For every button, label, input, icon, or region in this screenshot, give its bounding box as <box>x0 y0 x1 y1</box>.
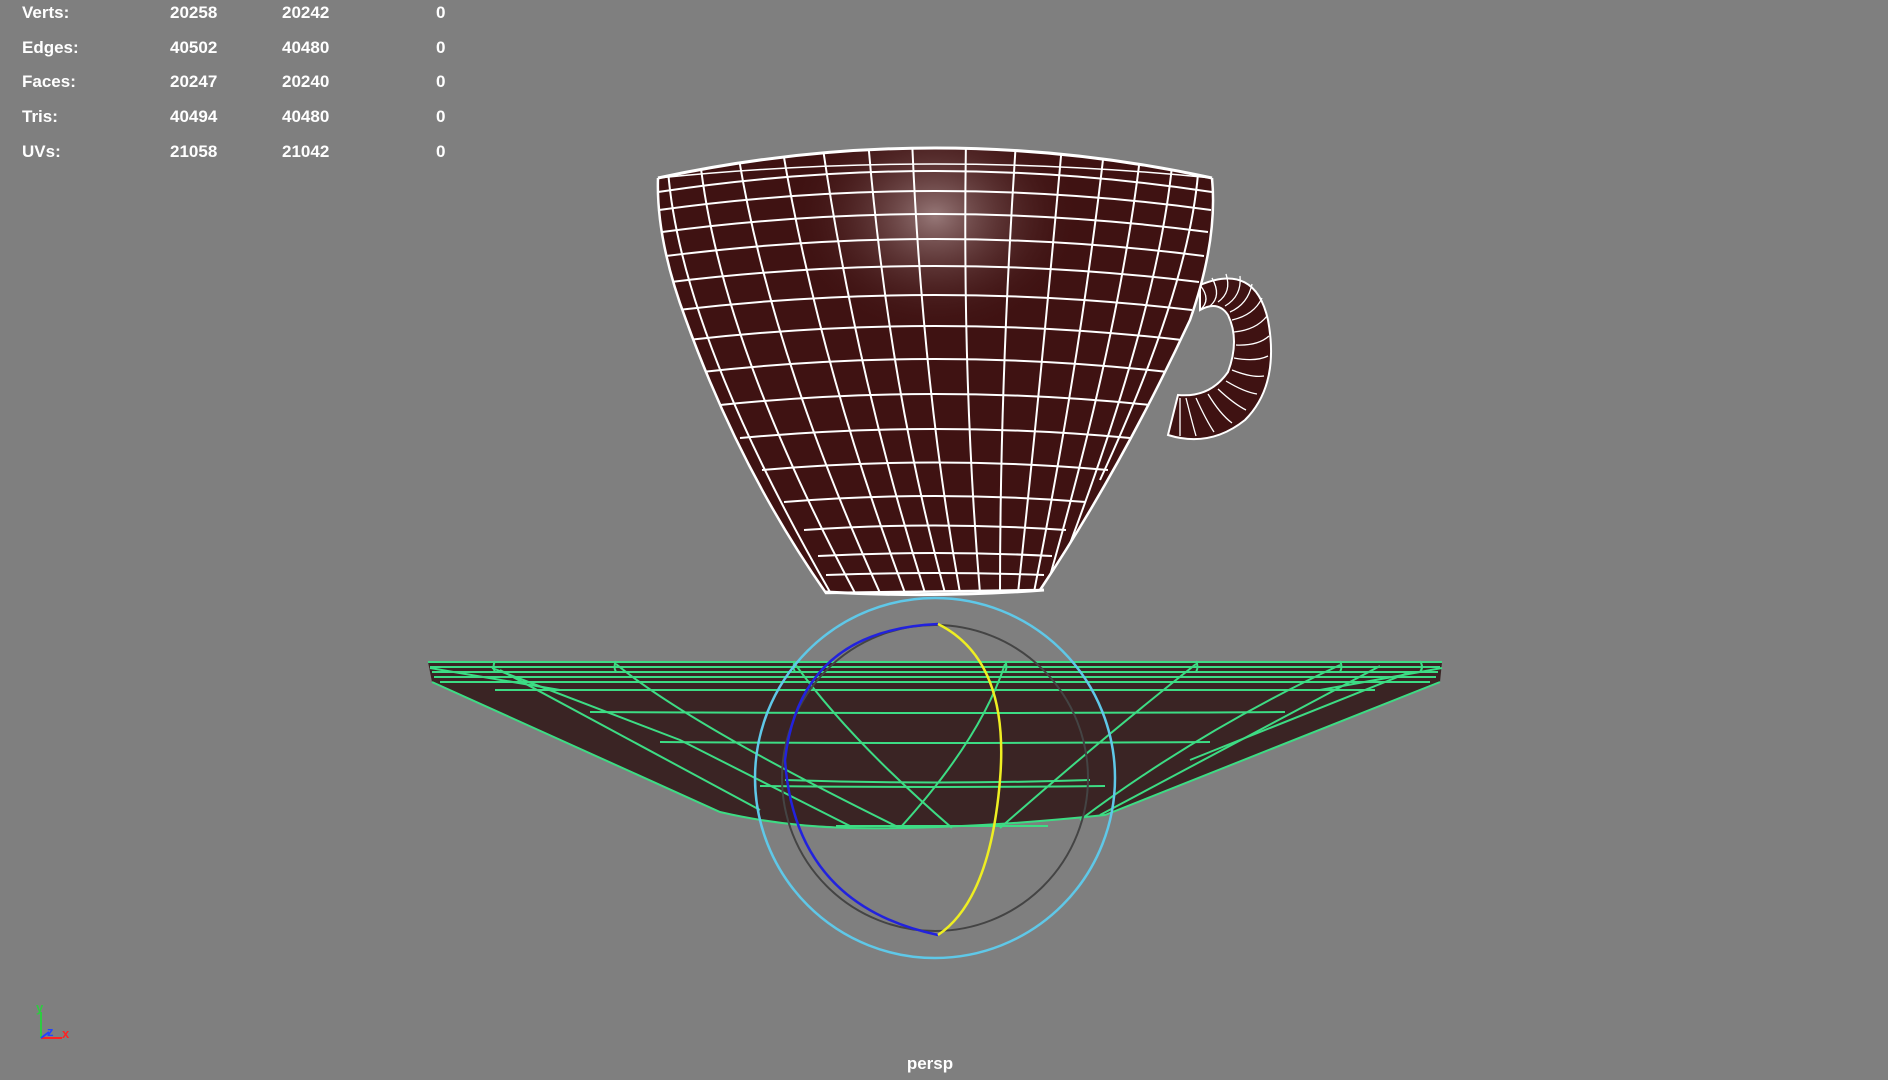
3d-viewport[interactable]: y z x Verts: 20258 20242 0 Edges: 40502 … <box>0 0 1888 1080</box>
hud-tris-label: Tris: <box>22 107 58 127</box>
hud-faces-label: Faces: <box>22 72 76 92</box>
hud-uvs-value-3: 0 <box>436 141 446 161</box>
camera-name-label: persp <box>906 1054 954 1073</box>
hud-uvs-label: UVs: <box>22 141 61 161</box>
hud-verts-value-2: 20242 <box>282 3 330 22</box>
cup-body[interactable] <box>640 120 1230 600</box>
hud-uvs-value-2: 21042 <box>282 141 330 161</box>
hud-verts-label: Verts: <box>22 3 70 22</box>
axis-x-label: x <box>62 1026 70 1041</box>
hud-edges-value-1: 40502 <box>170 37 218 57</box>
hud-uvs-value-1: 21058 <box>170 141 218 161</box>
hud-tris-value-2: 40480 <box>282 107 330 127</box>
hud-edges-value-2: 40480 <box>282 37 330 57</box>
hud-tris-value-3: 0 <box>436 107 446 127</box>
hud-faces-value-1: 20247 <box>170 72 218 92</box>
hud-edges-label: Edges: <box>22 37 79 57</box>
hud-faces-value-3: 0 <box>436 72 446 92</box>
hud-tris-value-1: 40494 <box>170 107 218 127</box>
axis-z-label: z <box>47 1024 54 1039</box>
hud-edges-value-3: 0 <box>436 37 446 57</box>
hud-verts-value-3: 0 <box>436 3 446 22</box>
saucer[interactable] <box>428 660 1443 830</box>
hud-faces-value-2: 20240 <box>282 72 330 92</box>
hud-verts-value-1: 20258 <box>170 3 218 22</box>
axis-y-label: y <box>36 1000 44 1015</box>
